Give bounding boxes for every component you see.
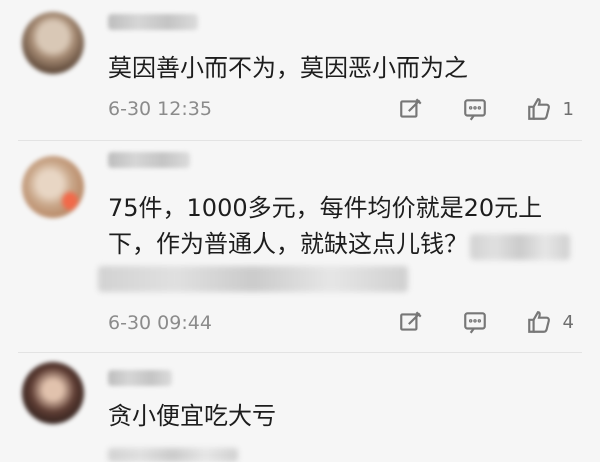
comment-icon[interactable] [461, 95, 489, 123]
edit-icon[interactable] [397, 95, 425, 123]
divider [18, 352, 582, 353]
avatar[interactable] [22, 12, 84, 74]
comment-text-line1: 75件，1000多元，每件均价就是20元上 [108, 194, 543, 222]
comment-item: 贪小便宜吃大亏 [0, 354, 600, 462]
comment-item: 莫因善小而不为，莫因恶小而为之 6-30 12:35 1 [0, 0, 600, 140]
like-button[interactable]: 1 [525, 95, 574, 123]
comment-actions: 1 [397, 95, 574, 123]
like-count: 4 [562, 311, 574, 333]
comment-time: 6-30 12:35 [108, 98, 212, 120]
comment-time: 6-30 09:44 [108, 312, 212, 334]
username[interactable] [108, 370, 172, 386]
like-button[interactable]: 4 [525, 308, 574, 336]
username[interactable] [108, 14, 198, 30]
comment-actions: 4 [397, 308, 574, 336]
like-icon [525, 308, 553, 336]
avatar[interactable] [22, 362, 84, 424]
comment-text: 贪小便宜吃大亏 [108, 402, 276, 430]
like-icon [525, 95, 553, 123]
divider [18, 140, 582, 141]
username[interactable] [108, 152, 190, 168]
blurred-text [108, 448, 238, 462]
avatar[interactable] [22, 156, 84, 218]
like-count: 1 [562, 98, 574, 120]
edit-icon[interactable] [397, 308, 425, 336]
comment-icon[interactable] [461, 308, 489, 336]
comment-item: 75件，1000多元，每件均价就是20元上 下，作为普通人，就缺这点儿钱？ 6-… [0, 142, 600, 352]
blurred-text [470, 234, 570, 260]
blurred-text [98, 266, 408, 292]
comment-text: 莫因善小而不为，莫因恶小而为之 [108, 54, 468, 82]
